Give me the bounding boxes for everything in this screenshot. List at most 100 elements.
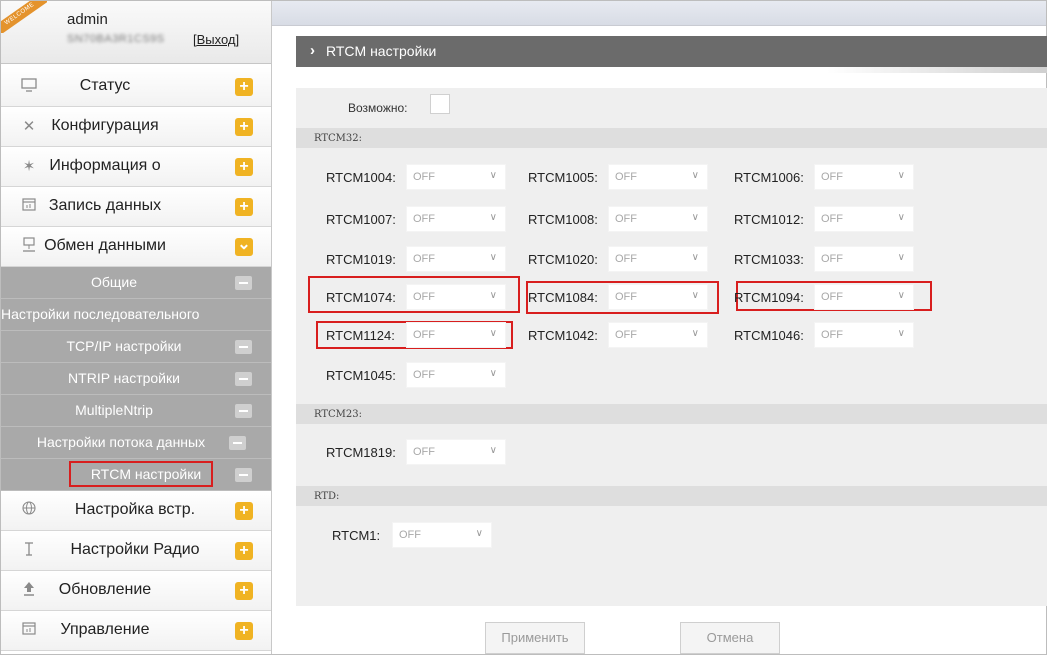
menu-item-information[interactable]: ✶ Информация о +	[1, 147, 271, 187]
chevron-down-icon: ∨	[897, 290, 905, 301]
expand-plus-icon[interactable]: +	[235, 78, 253, 96]
username: admin	[67, 11, 108, 28]
expand-plus-icon[interactable]: +	[235, 582, 253, 600]
rtcm1046-select[interactable]: OFF ∨	[814, 322, 914, 348]
rtcm1042-select[interactable]: OFF ∨	[608, 322, 708, 348]
field-label: RTCM1020:	[528, 252, 598, 267]
select-value: OFF	[615, 329, 637, 341]
rtcm1084-select[interactable]: OFF ∨	[608, 284, 708, 310]
field-label: RTCM1819:	[326, 445, 396, 460]
collapse-minus-icon[interactable]	[235, 404, 252, 418]
submenu-item-label: Настройки потока данных	[36, 434, 206, 450]
submenu-item-label: TCP/IP настройки	[66, 338, 182, 354]
chevron-down-icon: ∨	[489, 170, 497, 181]
rtcm1019-select[interactable]: OFF ∨	[406, 246, 506, 272]
welcome-ribbon: WELCOME	[1, 1, 47, 33]
collapse-minus-icon[interactable]	[235, 276, 252, 290]
rtcm1094-select[interactable]: OFF ∨	[814, 284, 914, 310]
cancel-button[interactable]: Отмена	[680, 622, 780, 654]
select-value: OFF	[821, 213, 843, 225]
submenu-item-serial-settings[interactable]: Настройки последовательного	[1, 299, 271, 331]
field-label: RTCM1045:	[326, 368, 396, 383]
field-label: RTCM1012:	[734, 212, 804, 227]
submenu-item-general[interactable]: Общие	[1, 267, 271, 299]
collapse-minus-icon[interactable]	[229, 436, 246, 450]
settings-panel: Возможно: RTCM32: RTCM1004: OFF ∨ RTCM100…	[296, 88, 1047, 606]
expand-plus-icon[interactable]: ⌄	[235, 237, 253, 256]
main-content: › RTCM настройки Возможно: RTCM32: RTCM1…	[296, 36, 1047, 655]
rtcm1004-select[interactable]: OFF ∨	[406, 164, 506, 190]
submenu-item-label: MultipleNtrip	[75, 402, 153, 418]
select-value: OFF	[413, 369, 435, 381]
rtcm1005-select[interactable]: OFF ∨	[608, 164, 708, 190]
select-value: OFF	[413, 253, 435, 265]
menu-item-update[interactable]: Обновление +	[1, 571, 271, 611]
select-value: OFF	[413, 213, 435, 225]
collapse-minus-icon[interactable]	[235, 372, 252, 386]
field-label: RTCM1084:	[528, 290, 598, 305]
chevron-down-icon: ∨	[489, 212, 497, 223]
select-value: OFF	[399, 529, 421, 541]
menu-item-label: Конфигурация	[51, 117, 159, 134]
chevron-down-icon: ∨	[691, 290, 699, 301]
submenu-item-multiplentrip[interactable]: MultipleNtrip	[1, 395, 271, 427]
logout-link[interactable]: [Выход]	[193, 32, 239, 47]
rtcm1012-select[interactable]: OFF ∨	[814, 206, 914, 232]
rtcm1-select[interactable]: OFF ∨	[392, 522, 492, 548]
enable-checkbox[interactable]	[430, 94, 450, 114]
field-label: RTCM1042:	[528, 328, 598, 343]
rtcm1007-select[interactable]: OFF ∨	[406, 206, 506, 232]
rtcm1819-select[interactable]: OFF ∨	[406, 439, 506, 465]
page-title: RTCM настройки	[326, 43, 437, 59]
rtcm1033-select[interactable]: OFF ∨	[814, 246, 914, 272]
rtcm1006-select[interactable]: OFF ∨	[814, 164, 914, 190]
device-serial: SN70BA3R1CS9S	[67, 33, 165, 45]
field-label: RTCM1019:	[326, 252, 396, 267]
submenu-item-ntrip-settings[interactable]: NTRIP настройки	[1, 363, 271, 395]
menu-item-label: Обмен данными	[44, 237, 166, 254]
group-label: RTCM32:	[314, 133, 363, 144]
expand-plus-icon[interactable]: +	[235, 542, 253, 560]
chevron-down-icon: ∨	[475, 528, 483, 539]
welcome-ribbon-text: WELCOME	[1, 1, 47, 33]
rtcm1020-select[interactable]: OFF ∨	[608, 246, 708, 272]
apply-button[interactable]: Применить	[485, 622, 585, 654]
rtcm1124-select[interactable]: OFF ∨	[406, 322, 506, 348]
menu-item-radio-settings[interactable]: Настройки Радио +	[1, 531, 271, 571]
submenu-item-datastream-settings[interactable]: Настройки потока данных	[1, 427, 271, 459]
chevron-down-icon: ∨	[897, 212, 905, 223]
expand-plus-icon[interactable]: +	[235, 198, 253, 216]
menu-item-data-recording[interactable]: Запись данных +	[1, 187, 271, 227]
top-bar	[272, 1, 1046, 26]
expand-plus-icon[interactable]: +	[235, 118, 253, 136]
chevron-down-icon: ∨	[897, 170, 905, 181]
select-value: OFF	[615, 291, 637, 303]
expand-plus-icon[interactable]: +	[235, 158, 253, 176]
user-panel: WELCOME admin SN70BA3R1CS9S [Выход]	[1, 1, 271, 64]
expand-plus-icon[interactable]: +	[235, 622, 253, 640]
menu-item-status[interactable]: Статус +	[1, 67, 271, 107]
submenu-item-label: Настройки последовательного	[1, 306, 200, 322]
collapse-minus-icon[interactable]	[235, 340, 252, 354]
menu-item-label: Обновление	[58, 581, 152, 598]
field-label: RTCM1008:	[528, 212, 598, 227]
rtcm1008-select[interactable]: OFF ∨	[608, 206, 708, 232]
menu-item-management[interactable]: Управление +	[1, 611, 271, 651]
rtcm1074-select[interactable]: OFF ∨	[406, 284, 506, 310]
field-label: RTCM1:	[332, 528, 381, 543]
menu-item-builtin-settings[interactable]: Настройка встр. +	[1, 491, 271, 531]
field-label: RTCM1006:	[734, 170, 804, 185]
menu-item-label: Управление	[60, 621, 150, 638]
submenu-item-tcpip-settings[interactable]: TCP/IP настройки	[1, 331, 271, 363]
collapse-minus-icon[interactable]	[235, 468, 252, 482]
menu-item-label: Статус	[79, 77, 131, 94]
select-value: OFF	[413, 171, 435, 183]
submenu-item-label: NTRIP настройки	[68, 370, 180, 386]
submenu-item-label: Общие	[90, 274, 138, 290]
rtcm1045-select[interactable]: OFF ∨	[406, 362, 506, 388]
field-label: RTCM1007:	[326, 212, 396, 227]
menu-item-configuration[interactable]: ✕ Конфигурация +	[1, 107, 271, 147]
expand-plus-icon[interactable]: +	[235, 502, 253, 520]
submenu-item-rtcm-settings[interactable]: RTCM настройки	[1, 459, 271, 491]
menu-item-data-exchange[interactable]: Обмен данными ⌄	[1, 227, 271, 267]
